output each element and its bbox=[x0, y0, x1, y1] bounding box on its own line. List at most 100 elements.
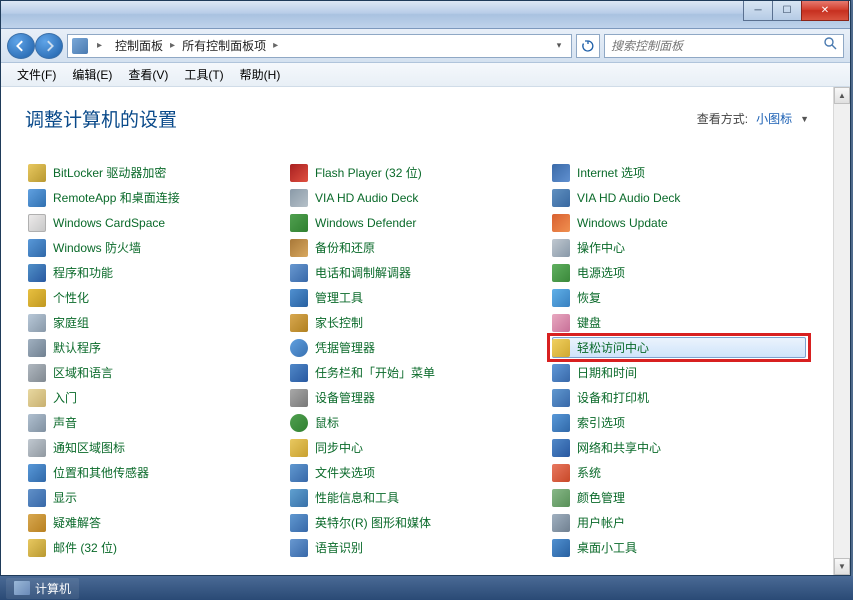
cp-item-power-options[interactable]: 电源选项 bbox=[549, 260, 809, 285]
breadcrumb-root[interactable]: 控制面板 bbox=[111, 37, 167, 54]
cp-item-remoteapp[interactable]: RemoteApp 和桌面连接 bbox=[25, 185, 285, 210]
cp-item-label: 日期和时间 bbox=[577, 364, 637, 381]
cp-item-devices-printers[interactable]: 设备和打印机 bbox=[549, 385, 809, 410]
cp-item-system[interactable]: 系统 bbox=[549, 460, 809, 485]
view-by-value[interactable]: 小图标 bbox=[756, 110, 792, 127]
cp-item-programs-features[interactable]: 程序和功能 bbox=[25, 260, 285, 285]
cp-item-region-language[interactable]: 区域和语言 bbox=[25, 360, 285, 385]
cp-item-label: 文件夹选项 bbox=[315, 464, 375, 481]
cp-item-label: Windows 防火墙 bbox=[53, 239, 141, 256]
cp-item-windows-update[interactable]: Windows Update bbox=[549, 210, 809, 235]
cp-item-keyboard[interactable]: 键盘 bbox=[549, 310, 809, 335]
cp-item-via-audio-2[interactable]: VIA HD Audio Deck bbox=[549, 185, 809, 210]
cp-item-date-time[interactable]: 日期和时间 bbox=[549, 360, 809, 385]
chevron-down-icon[interactable]: ▼ bbox=[800, 114, 809, 124]
cp-item-sound[interactable]: 声音 bbox=[25, 410, 285, 435]
cp-item-notification-icons[interactable]: 通知区域图标 bbox=[25, 435, 285, 460]
cp-item-label: 轻松访问中心 bbox=[577, 339, 649, 356]
menu-edit[interactable]: 编辑(E) bbox=[64, 63, 120, 86]
taskbar-start-icon bbox=[290, 364, 308, 382]
cp-item-defender[interactable]: Windows Defender bbox=[287, 210, 547, 235]
scroll-up-button[interactable]: ▲ bbox=[834, 87, 850, 104]
troubleshooting-icon bbox=[28, 514, 46, 532]
taskbar-item-label: 计算机 bbox=[35, 580, 71, 597]
cp-item-speech-recognition[interactable]: 语音识别 bbox=[287, 535, 547, 560]
menu-tools[interactable]: 工具(T) bbox=[176, 63, 231, 86]
menu-file[interactable]: 文件(F) bbox=[9, 63, 64, 86]
cp-item-getting-started[interactable]: 入门 bbox=[25, 385, 285, 410]
address-bar[interactable]: ▸ 控制面板 ▸ 所有控制面板项 ▸ ▾ bbox=[67, 34, 572, 58]
location-sensors-icon bbox=[28, 464, 46, 482]
power-options-icon bbox=[552, 264, 570, 282]
personalization-icon bbox=[28, 289, 46, 307]
cp-item-user-accounts[interactable]: 用户帐户 bbox=[549, 510, 809, 535]
cp-item-internet-options[interactable]: Internet 选项 bbox=[549, 160, 809, 185]
recovery-icon bbox=[552, 289, 570, 307]
maximize-button[interactable]: ☐ bbox=[772, 1, 802, 21]
cp-item-mouse[interactable]: 鼠标 bbox=[287, 410, 547, 435]
cp-item-recovery[interactable]: 恢复 bbox=[549, 285, 809, 310]
cp-item-parental-controls[interactable]: 家长控制 bbox=[287, 310, 547, 335]
nav-forward-button[interactable] bbox=[35, 33, 63, 59]
cp-item-taskbar-start[interactable]: 任务栏和「开始」菜单 bbox=[287, 360, 547, 385]
cp-item-label: 电源选项 bbox=[577, 264, 625, 281]
cp-item-label: 英特尔(R) 图形和媒体 bbox=[315, 514, 431, 531]
cp-item-homegroup[interactable]: 家庭组 bbox=[25, 310, 285, 335]
search-box[interactable] bbox=[604, 34, 844, 58]
cp-item-color-management[interactable]: 颜色管理 bbox=[549, 485, 809, 510]
action-center-icon bbox=[552, 239, 570, 257]
cp-item-personalization[interactable]: 个性化 bbox=[25, 285, 285, 310]
menu-view[interactable]: 查看(V) bbox=[120, 63, 176, 86]
cp-item-device-manager[interactable]: 设备管理器 bbox=[287, 385, 547, 410]
cp-item-label: 语音识别 bbox=[315, 539, 363, 556]
cp-item-default-programs[interactable]: 默认程序 bbox=[25, 335, 285, 360]
breadcrumb-sep-icon: ▸ bbox=[94, 40, 105, 51]
cp-item-label: 任务栏和「开始」菜单 bbox=[315, 364, 435, 381]
via-audio-2-icon bbox=[552, 189, 570, 207]
address-dropdown-icon[interactable]: ▾ bbox=[551, 40, 567, 51]
speech-recognition-icon bbox=[290, 539, 308, 557]
cp-item-mail[interactable]: 邮件 (32 位) bbox=[25, 535, 285, 560]
cp-item-ease-of-access[interactable]: 轻松访问中心 bbox=[549, 335, 809, 360]
cp-item-phone-modem[interactable]: 电话和调制解调器 bbox=[287, 260, 547, 285]
cp-item-performance-info[interactable]: 性能信息和工具 bbox=[287, 485, 547, 510]
vertical-scrollbar[interactable]: ▲ ▼ bbox=[833, 87, 850, 575]
cp-item-label: 凭据管理器 bbox=[315, 339, 375, 356]
scroll-down-button[interactable]: ▼ bbox=[834, 558, 850, 575]
titlebar[interactable]: ─ ☐ ✕ bbox=[1, 1, 850, 29]
cp-item-via-audio-1[interactable]: VIA HD Audio Deck bbox=[287, 185, 547, 210]
cp-item-troubleshooting[interactable]: 疑难解答 bbox=[25, 510, 285, 535]
cp-item-label: 通知区域图标 bbox=[53, 439, 125, 456]
cp-item-admin-tools[interactable]: 管理工具 bbox=[287, 285, 547, 310]
cp-item-folder-options[interactable]: 文件夹选项 bbox=[287, 460, 547, 485]
search-input[interactable] bbox=[611, 39, 823, 53]
cp-item-sync-center[interactable]: 同步中心 bbox=[287, 435, 547, 460]
ease-of-access-icon bbox=[552, 339, 570, 357]
nav-back-button[interactable] bbox=[7, 33, 35, 59]
cp-item-credential-manager[interactable]: 凭据管理器 bbox=[287, 335, 547, 360]
refresh-button[interactable] bbox=[576, 34, 600, 58]
cp-item-action-center[interactable]: 操作中心 bbox=[549, 235, 809, 260]
cp-item-display[interactable]: 显示 bbox=[25, 485, 285, 510]
taskbar-item-computer[interactable]: 计算机 bbox=[6, 578, 79, 599]
cp-item-label: 网络和共享中心 bbox=[577, 439, 661, 456]
minimize-button[interactable]: ─ bbox=[743, 1, 773, 21]
cp-item-backup-restore[interactable]: 备份和还原 bbox=[287, 235, 547, 260]
cp-item-cardspace[interactable]: Windows CardSpace bbox=[25, 210, 285, 235]
search-icon[interactable] bbox=[823, 36, 837, 55]
windows-update-icon bbox=[552, 214, 570, 232]
cp-item-intel-graphics[interactable]: 英特尔(R) 图形和媒体 bbox=[287, 510, 547, 535]
computer-icon bbox=[14, 581, 30, 595]
cp-item-desktop-gadgets[interactable]: 桌面小工具 bbox=[549, 535, 809, 560]
scroll-track[interactable] bbox=[834, 104, 850, 558]
cp-item-location-sensors[interactable]: 位置和其他传感器 bbox=[25, 460, 285, 485]
intel-graphics-icon bbox=[290, 514, 308, 532]
close-button[interactable]: ✕ bbox=[801, 1, 849, 21]
cp-item-firewall[interactable]: Windows 防火墙 bbox=[25, 235, 285, 260]
cp-item-indexing-options[interactable]: 索引选项 bbox=[549, 410, 809, 435]
menu-help[interactable]: 帮助(H) bbox=[232, 63, 289, 86]
breadcrumb-current[interactable]: 所有控制面板项 bbox=[178, 37, 270, 54]
cp-item-flash-player[interactable]: Flash Player (32 位) bbox=[287, 160, 547, 185]
cp-item-network-sharing[interactable]: 网络和共享中心 bbox=[549, 435, 809, 460]
cp-item-bitlocker[interactable]: BitLocker 驱动器加密 bbox=[25, 160, 285, 185]
